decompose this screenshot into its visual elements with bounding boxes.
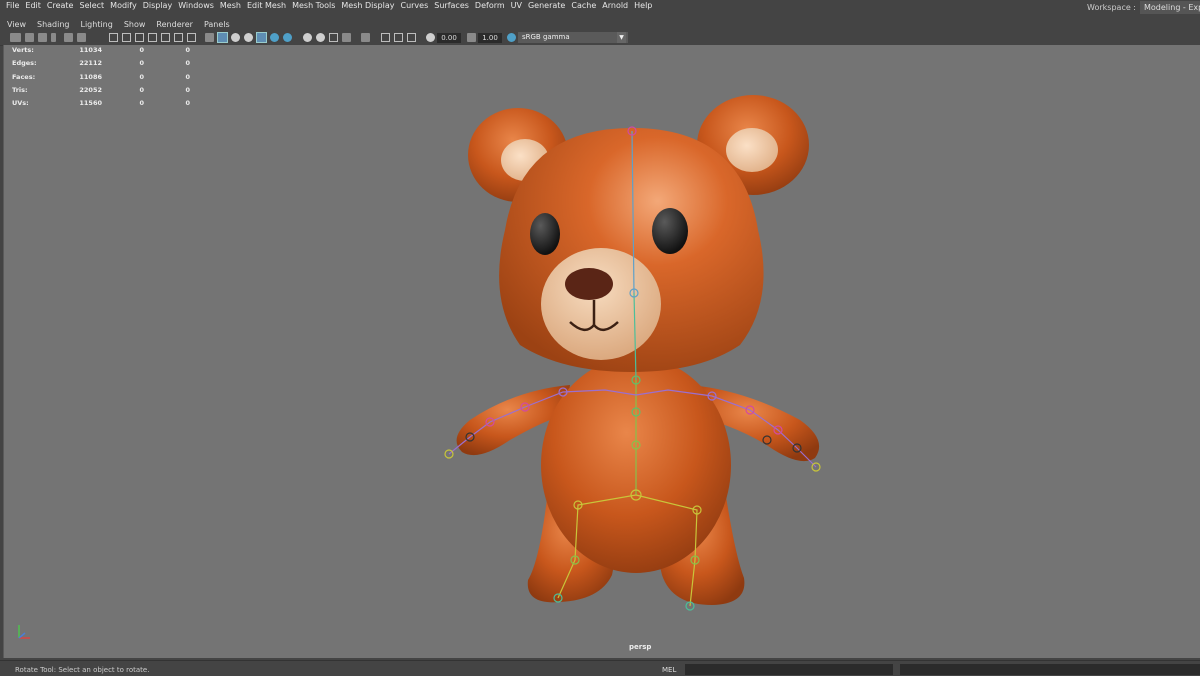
nose: [565, 268, 613, 300]
status-bar: Rotate Tool: Select an object to rotate.…: [0, 660, 1200, 676]
command-line-input[interactable]: [685, 664, 893, 675]
script-language-label[interactable]: MEL: [662, 666, 676, 674]
camera-label: persp: [629, 643, 652, 651]
right-inner-ear: [726, 128, 778, 172]
right-eye: [652, 208, 688, 254]
muzzle: [541, 248, 661, 360]
teddy-bear-model[interactable]: [0, 0, 1200, 675]
help-line: Rotate Tool: Select an object to rotate.: [15, 666, 150, 674]
view-axis-icon: [18, 625, 30, 639]
left-eye: [530, 213, 560, 255]
command-result-field: [900, 664, 1200, 675]
